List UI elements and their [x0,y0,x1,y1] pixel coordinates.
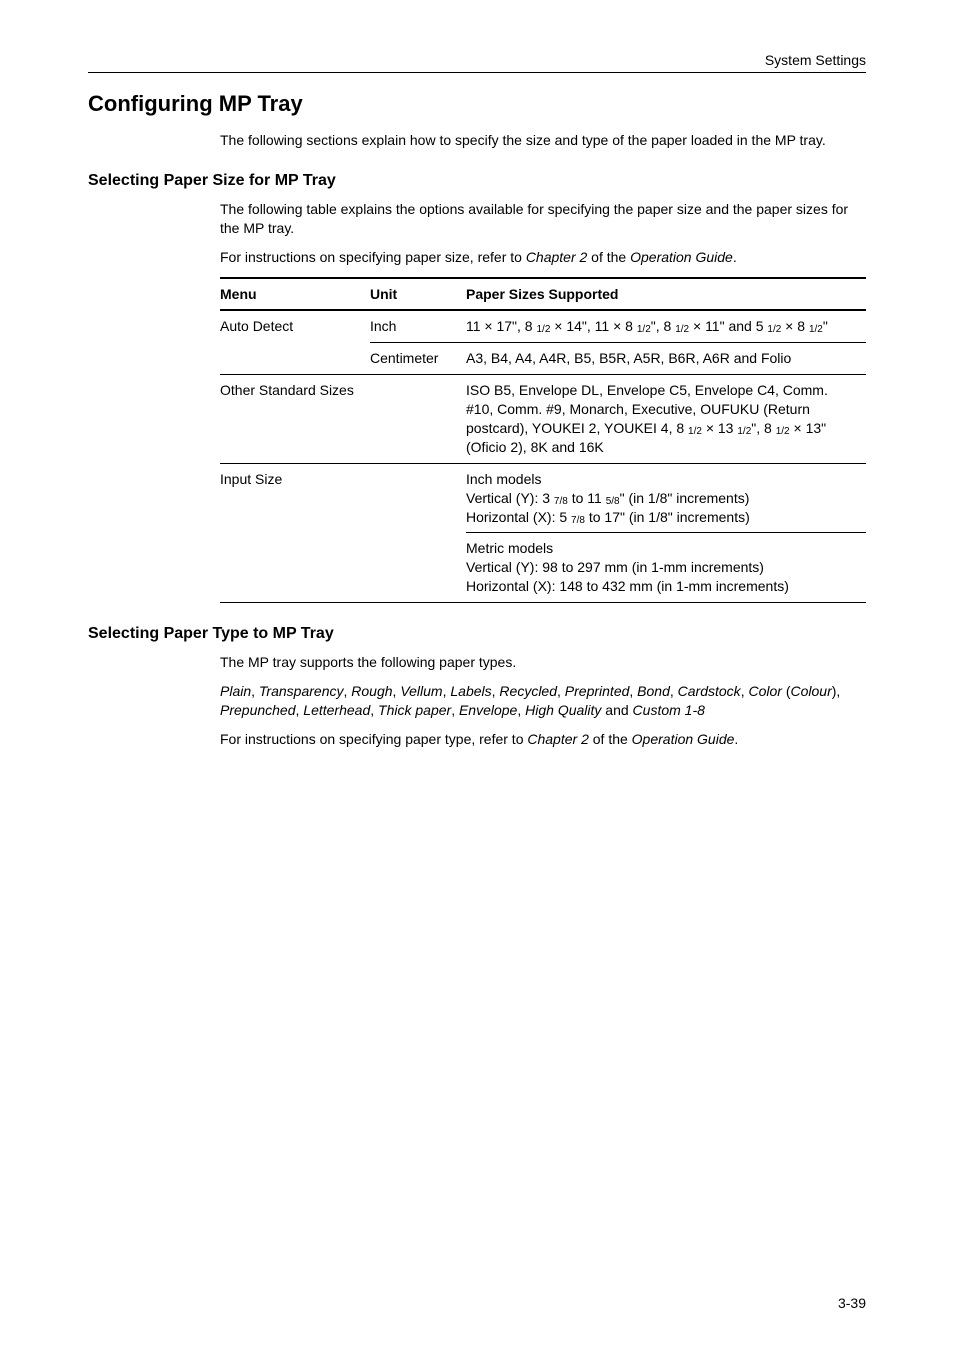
section-heading-size: Selecting Paper Size for MP Tray [88,172,866,190]
type-list: Plain, Transparency, Rough, Vellum, Labe… [220,682,866,720]
cell-cm-label: Centimeter [370,343,466,375]
type-paragraph-1: The MP tray supports the following paper… [220,653,866,672]
size-paragraph-2: For instructions on specifying paper siz… [220,248,866,267]
page-number: 3-39 [838,1295,866,1311]
cell-cm-sizes: A3, B4, A4, A4R, B5, B5R, A5R, B6R, A6R … [466,343,866,375]
divider [88,72,866,73]
th-sizes: Paper Sizes Supported [466,278,866,311]
section-heading-type: Selecting Paper Type to MP Tray [88,625,866,643]
page-title: Configuring MP Tray [88,91,866,117]
cell-auto-detect: Auto Detect [220,310,370,374]
intro-text: The following sections explain how to sp… [220,131,866,150]
table-row: Auto Detect Inch 11 × 17", 8 1/2 × 14", … [220,310,866,342]
size-paragraph-1: The following table explains the options… [220,200,866,238]
th-unit: Unit [370,278,466,311]
breadcrumb: System Settings [88,52,866,68]
cell-input-inch: Inch models Vertical (Y): 3 7/8 to 11 5/… [466,463,866,533]
cell-input-metric: Metric models Vertical (Y): 98 to 297 mm… [466,533,866,603]
table-row: Input Size Inch models Vertical (Y): 3 7… [220,463,866,533]
table-header-row: Menu Unit Paper Sizes Supported [220,278,866,311]
type-paragraph-3: For instructions on specifying paper typ… [220,730,866,749]
table-row: Other Standard Sizes ISO B5, Envelope DL… [220,375,866,464]
cell-inch-label: Inch [370,310,466,342]
cell-input-label: Input Size [220,463,466,602]
cell-other-label: Other Standard Sizes [220,375,466,464]
th-menu: Menu [220,278,370,311]
paper-size-table: Menu Unit Paper Sizes Supported Auto Det… [220,277,866,604]
cell-other-sizes: ISO B5, Envelope DL, Envelope C5, Envelo… [466,375,866,464]
cell-inch-sizes: 11 × 17", 8 1/2 × 14", 11 × 8 1/2", 8 1/… [466,310,866,342]
